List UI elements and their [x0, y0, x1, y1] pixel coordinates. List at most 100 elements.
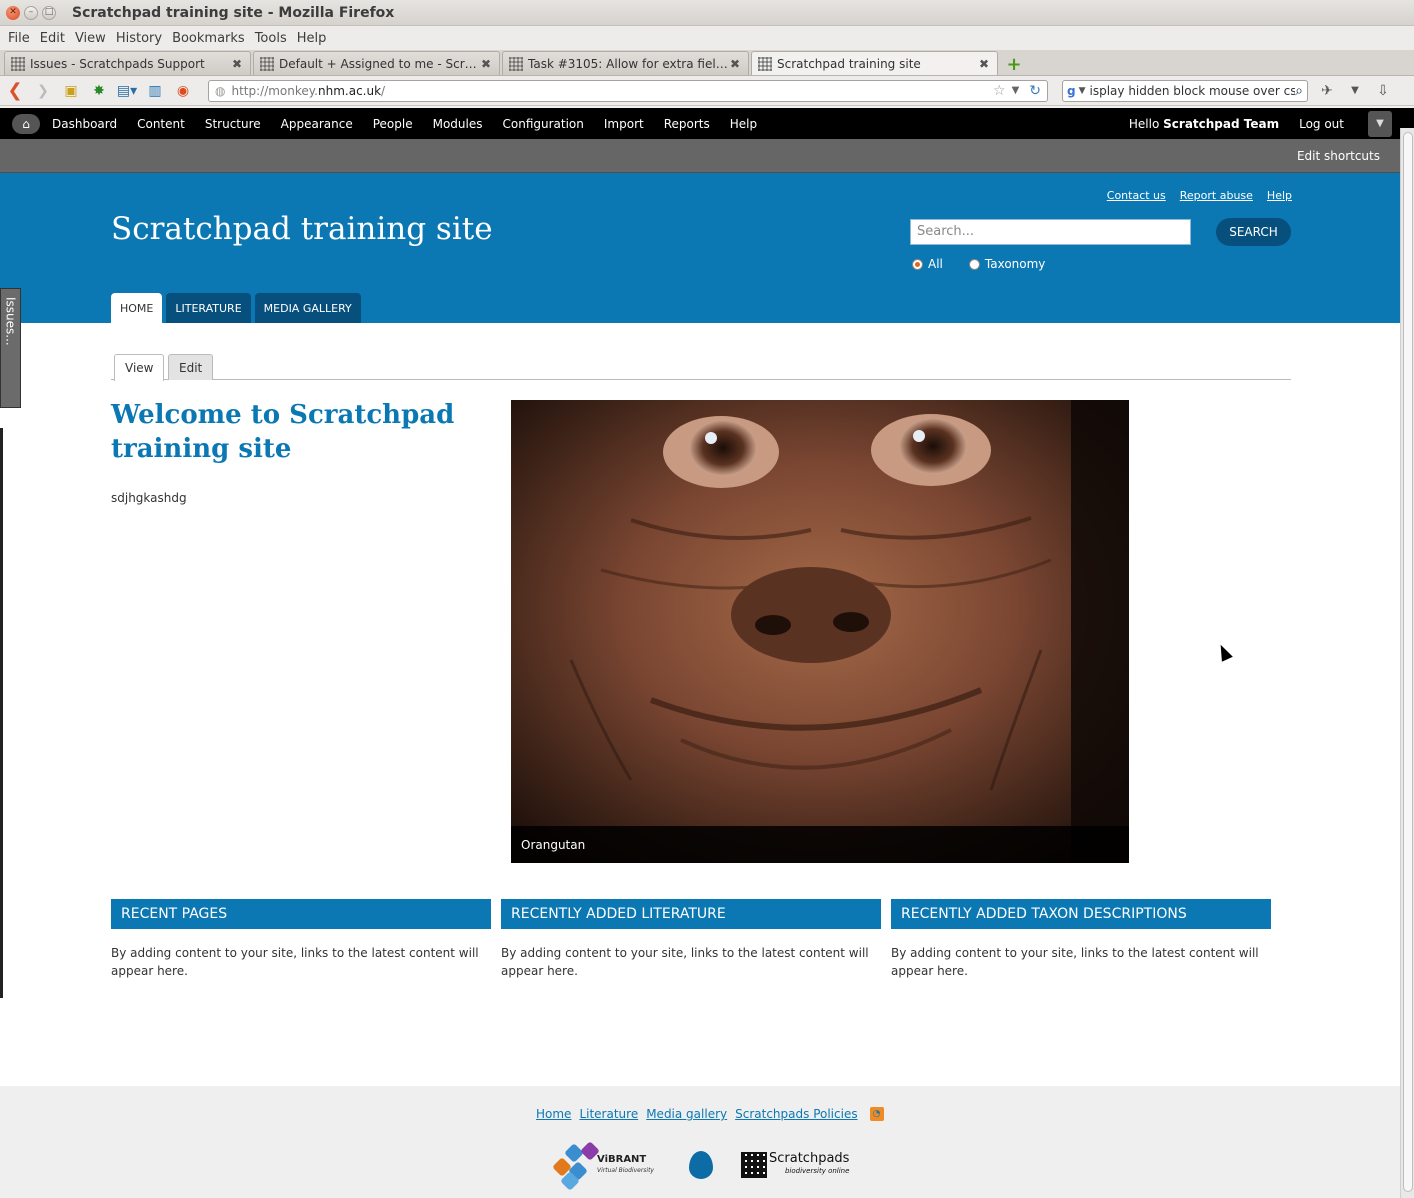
download-icon[interactable]: ⇩ [1372, 80, 1394, 102]
radio-taxonomy[interactable] [968, 258, 980, 270]
user-name[interactable]: Scratchpad Team [1163, 117, 1279, 131]
back-arrow-icon[interactable]: ❮ [4, 80, 26, 102]
menubar: File Edit View History Bookmarks Tools H… [0, 26, 1414, 50]
tab-bar: Issues - Scratchpads Support ✖ Default +… [0, 50, 1414, 76]
forward-arrow-icon[interactable]: ❯ [32, 80, 54, 102]
tab-view[interactable]: View [114, 354, 165, 381]
google-engine-icon[interactable]: g [1067, 84, 1076, 98]
radio-all[interactable] [912, 258, 923, 270]
scratchpads-logo[interactable]: Scratchpads biodiversity online [741, 1152, 849, 1178]
nav-tab-home[interactable]: HOME [111, 293, 163, 323]
tab-close-icon[interactable]: ✖ [977, 57, 991, 71]
menu-file[interactable]: File [4, 31, 34, 46]
menu-tools[interactable]: Tools [251, 31, 291, 46]
admin-menu-content[interactable]: Content [137, 117, 185, 131]
site-header: Contact us Report abuse Help Scratchpad … [0, 173, 1414, 323]
tab-close-icon[interactable]: ✖ [728, 57, 742, 71]
rss-feed-icon[interactable]: ◔ [869, 1107, 884, 1121]
edit-shortcuts-link[interactable]: Edit shortcuts [1297, 149, 1380, 163]
contact-us-link[interactable]: Contact us [1107, 189, 1166, 202]
logout-link[interactable]: Log out [1299, 117, 1344, 131]
admin-menu-dashboard[interactable]: Dashboard [52, 117, 117, 131]
window-title: Scratchpad training site - Mozilla Firef… [72, 4, 395, 21]
tab-close-icon[interactable]: ✖ [230, 57, 244, 71]
drupal-drop-icon[interactable] [689, 1151, 713, 1179]
slide-caption: Orangutan [511, 826, 1129, 863]
block-recent-pages: RECENT PAGES By adding content to your s… [111, 899, 491, 980]
tab-close-icon[interactable]: ✖ [479, 57, 493, 71]
url-bar[interactable]: ◍ http://monkey. nhm.ac.uk / ☆ ▼ ↻ [208, 79, 1048, 102]
tab-label: Task #3105: Allow for extra field v... [528, 56, 728, 71]
scrollbar-thumb[interactable] [1403, 132, 1413, 1192]
site-name[interactable]: Scratchpad training site [111, 211, 493, 247]
books-icon[interactable]: ▥ [144, 80, 166, 102]
help-link[interactable]: Help [1267, 189, 1292, 202]
web-search-field[interactable]: g ▼ isplay hidden block mouse over css ⌕ [1062, 79, 1308, 102]
primary-nav: HOME LITERATURE MEDIA GALLERY [111, 293, 361, 323]
menu-view[interactable]: View [71, 31, 110, 46]
browser-tab-active[interactable]: Scratchpad training site ✖ [751, 51, 998, 75]
history-dropdown-icon[interactable]: ▼ [1012, 85, 1020, 96]
footer-link-policies[interactable]: Scratchpads Policies [735, 1107, 857, 1121]
window-maximize-button[interactable]: □ [42, 5, 56, 20]
home-icon[interactable]: ⌂ [12, 113, 40, 134]
search-icon[interactable]: ⌕ [1295, 83, 1303, 99]
tab-edit[interactable]: Edit [168, 354, 214, 380]
url-suffix: / [381, 83, 386, 98]
menu-dropdown-icon[interactable]: ▼ [1344, 80, 1366, 102]
home-folder-icon[interactable]: ▣ [60, 80, 82, 102]
reload-icon[interactable]: ↻ [1029, 83, 1041, 99]
admin-menu-people[interactable]: People [373, 117, 413, 131]
bug-icon[interactable]: ✸ [88, 80, 110, 102]
footer-link-home[interactable]: Home [536, 1107, 571, 1121]
nav-tab-literature[interactable]: LITERATURE [166, 293, 251, 323]
search-button[interactable]: SEARCH [1216, 218, 1291, 246]
scratchpads-name: Scratchpads [769, 1151, 850, 1166]
recent-blocks: RECENT PAGES By adding content to your s… [111, 899, 1271, 980]
tab-label: Default + Assigned to me - Scratc... [279, 56, 479, 71]
menu-history[interactable]: History [112, 31, 166, 46]
admin-menu-structure[interactable]: Structure [205, 117, 261, 131]
site-search-input[interactable]: Search... [910, 219, 1191, 245]
web-search-value: isplay hidden block mouse over css [1089, 83, 1296, 98]
new-tab-plus-icon[interactable]: + [1002, 53, 1026, 75]
admin-menu-modules[interactable]: Modules [433, 117, 483, 131]
window-titlebar: ✕ – □ Scratchpad training site - Mozilla… [0, 0, 1414, 26]
menu-edit[interactable]: Edit [36, 31, 69, 46]
site-identity-icon[interactable]: ◍ [215, 84, 225, 98]
footer-link-media-gallery[interactable]: Media gallery [646, 1107, 727, 1121]
menu-bookmarks[interactable]: Bookmarks [168, 31, 249, 46]
window-close-button[interactable]: ✕ [6, 5, 20, 20]
orangutan-slideshow[interactable]: Orangutan [511, 400, 1129, 863]
window-minimize-button[interactable]: – [24, 5, 38, 20]
grid-favicon-icon [260, 56, 274, 71]
report-abuse-link[interactable]: Report abuse [1180, 189, 1253, 202]
grid-favicon-icon [758, 56, 772, 71]
admin-menu-configuration[interactable]: Configuration [503, 117, 584, 131]
browser-tab[interactable]: Default + Assigned to me - Scratc... ✖ [253, 51, 500, 75]
menu-help[interactable]: Help [293, 31, 331, 46]
page-scrollbar[interactable] [1400, 128, 1414, 1198]
browser-tab[interactable]: Task #3105: Allow for extra field v... ✖ [502, 51, 749, 75]
site-footer: Home Literature Media gallery Scratchpad… [0, 1086, 1400, 1198]
footer-link-literature[interactable]: Literature [579, 1107, 638, 1121]
radio-taxonomy-label: Taxonomy [984, 257, 1046, 271]
screenshot-icon[interactable]: ▤▾ [116, 80, 138, 102]
stumbleupon-icon[interactable]: ◉ [172, 80, 194, 102]
vibrant-sub: Virtual Biodiversity [597, 1167, 654, 1174]
browser-tab[interactable]: Issues - Scratchpads Support ✖ [4, 51, 251, 75]
nav-tab-media-gallery[interactable]: MEDIA GALLERY [254, 293, 361, 323]
issues-side-tab[interactable]: Issues... [0, 288, 21, 408]
vibrant-logo[interactable]: ViBRANT Virtual Biodiversity [552, 1141, 663, 1191]
tab-label: Scratchpad training site [777, 56, 921, 71]
engine-dropdown-icon[interactable]: ▼ [1079, 86, 1086, 96]
admin-menu-reports[interactable]: Reports [664, 117, 710, 131]
addon-icon[interactable]: ✈ [1316, 80, 1338, 102]
admin-menu-help[interactable]: Help [730, 117, 757, 131]
shortcut-drawer-toggle-icon[interactable]: ▼ [1368, 110, 1392, 137]
admin-menu-import[interactable]: Import [604, 117, 644, 131]
bookmark-star-icon[interactable]: ☆ [993, 83, 1006, 99]
block-text: By adding content to your site, links to… [501, 946, 869, 978]
admin-menu-appearance[interactable]: Appearance [281, 117, 353, 131]
radio-all-label: All [928, 257, 943, 271]
